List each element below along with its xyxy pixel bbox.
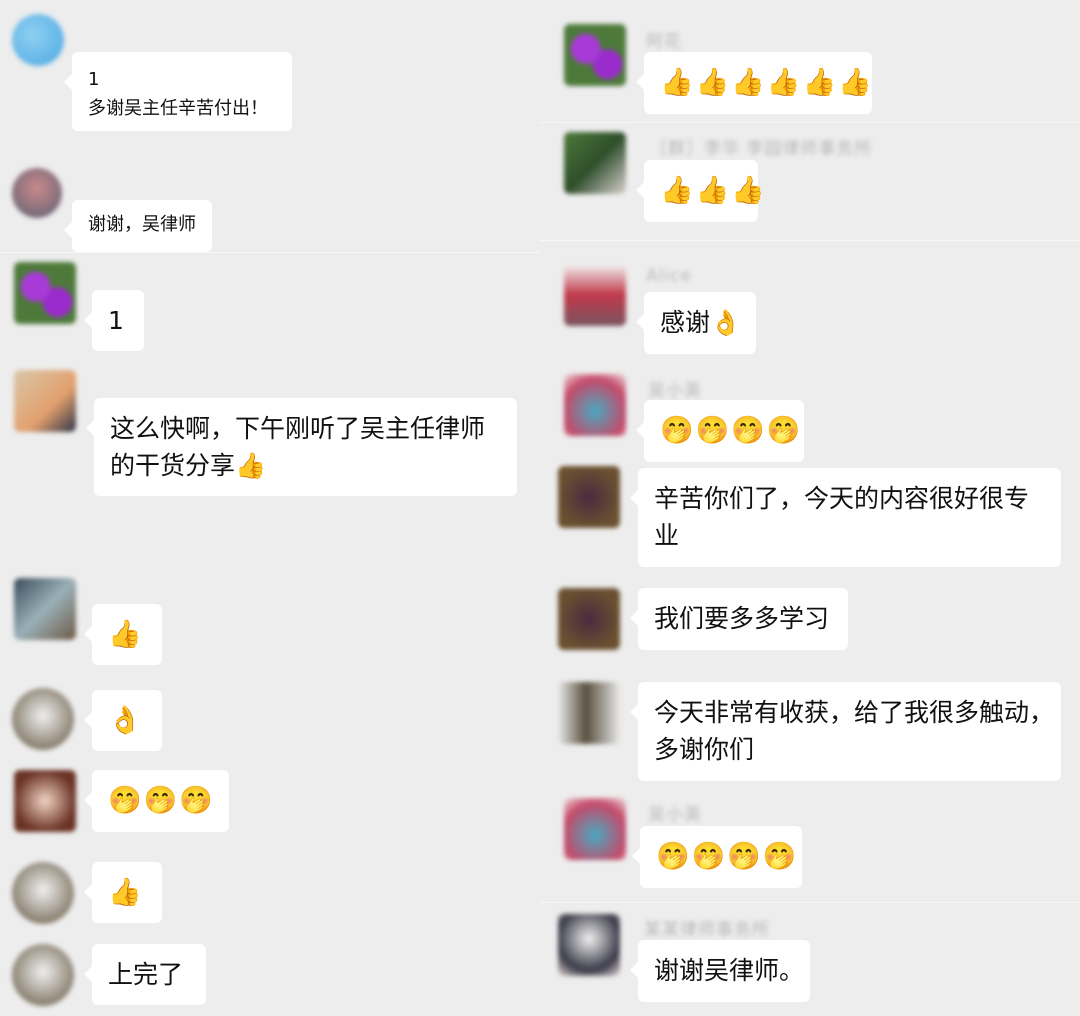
ok-hand-icon: 👌 xyxy=(108,705,144,736)
thumbs-up-icon: 👍 xyxy=(108,877,144,908)
message-bubble[interactable]: 上完了 xyxy=(84,944,206,1005)
avatar[interactable] xyxy=(558,914,620,976)
avatar[interactable] xyxy=(564,24,626,86)
message-bubble[interactable]: 🤭🤭🤭 xyxy=(84,770,229,832)
message-bubble[interactable]: 感谢👌 xyxy=(636,292,756,354)
message-text: 1 xyxy=(88,69,100,90)
sender-name: 吴小英 xyxy=(648,381,702,401)
hand-over-mouth-icon: 🤭🤭🤭 xyxy=(108,785,215,816)
avatar[interactable] xyxy=(12,862,74,924)
avatar[interactable] xyxy=(14,370,76,432)
avatar[interactable] xyxy=(558,682,620,744)
message-bubble[interactable]: 👍👍👍 xyxy=(636,160,765,222)
avatar[interactable] xyxy=(12,688,74,750)
message-bubble[interactable]: 谢谢吴律师。 xyxy=(630,940,810,1002)
message-bubble[interactable]: 1 xyxy=(84,290,144,351)
chat-column-left: 1 多谢吴主任辛苦付出！ 谢谢，吴律师 1 这么快啊，下午刚听了吴主任律师 的干… xyxy=(0,0,540,1016)
avatar[interactable] xyxy=(564,374,626,436)
message-bubble[interactable]: 辛苦你们了，今天的内容很好很专 业 xyxy=(630,468,1061,567)
avatar[interactable] xyxy=(14,578,76,640)
message-text: 多谢吴主任辛苦付出！ xyxy=(88,98,268,119)
message-bubble[interactable]: 🤭🤭🤭🤭 xyxy=(636,400,804,462)
hand-over-mouth-icon: 🤭🤭🤭🤭 xyxy=(656,841,799,872)
hand-over-mouth-icon: 🤭🤭🤭🤭 xyxy=(660,415,803,446)
avatar[interactable] xyxy=(564,798,626,860)
avatar[interactable] xyxy=(12,14,64,66)
message-text: 多谢你们 xyxy=(654,735,755,764)
thumbs-up-icon: 👍 xyxy=(108,619,144,650)
sender-name: ［群］李华 李园律师事务所 xyxy=(650,139,873,159)
message-bubble[interactable]: 👍👍👍👍👍👍 xyxy=(636,52,874,114)
avatar[interactable] xyxy=(564,264,626,326)
message-text: 这么快啊，下午刚听了吴主任律师 xyxy=(110,414,486,443)
section-divider xyxy=(540,122,1080,123)
sender-name: 吴小英 xyxy=(648,805,702,825)
message-text: 今天非常有收获，给了我很多触动， xyxy=(654,698,1055,727)
message-bubble[interactable]: 今天非常有收获，给了我很多触动， 多谢你们 xyxy=(630,682,1061,781)
chat-column-right: 阿花 👍👍👍👍👍👍 ［群］李华 李园律师事务所 👍👍👍 Alice 感谢👌 吴小… xyxy=(540,0,1080,1016)
avatar[interactable] xyxy=(12,168,62,218)
message-bubble[interactable]: 我们要多多学习 xyxy=(630,588,848,650)
message-text: 辛苦你们了，今天的内容很好很专 xyxy=(654,484,1030,513)
avatar[interactable] xyxy=(14,770,76,832)
sender-name: Alice xyxy=(646,266,692,286)
message-text: 感谢👌 xyxy=(660,308,742,337)
section-divider xyxy=(540,902,1080,903)
avatar[interactable] xyxy=(558,588,620,650)
message-bubble[interactable]: 👍 xyxy=(84,862,162,923)
message-bubble[interactable]: 1 多谢吴主任辛苦付出！ xyxy=(64,52,292,131)
message-bubble[interactable]: 👍 xyxy=(84,604,162,665)
message-bubble[interactable]: 👌 xyxy=(84,690,162,751)
message-bubble[interactable]: 谢谢，吴律师 xyxy=(64,200,212,252)
section-divider xyxy=(540,240,1080,241)
message-text: 上完了 xyxy=(108,960,184,989)
avatar[interactable] xyxy=(564,132,626,194)
message-bubble[interactable]: 这么快啊，下午刚听了吴主任律师 的干货分享👍 xyxy=(86,398,517,496)
thumbs-up-icon: 👍👍👍👍👍👍 xyxy=(660,67,874,98)
message-text: 的干货分享👍 xyxy=(110,451,267,480)
message-text: 谢谢，吴律师 xyxy=(88,214,196,235)
message-text: 谢谢吴律师。 xyxy=(654,956,805,985)
avatar[interactable] xyxy=(14,262,76,324)
message-text: 业 xyxy=(654,521,680,550)
avatar[interactable] xyxy=(558,466,620,528)
sender-name: 某某律师事务所 xyxy=(644,920,770,940)
avatar[interactable] xyxy=(12,944,74,1006)
section-divider xyxy=(0,252,540,253)
sender-name: 阿花 xyxy=(646,32,682,52)
message-text: 1 xyxy=(108,306,124,335)
message-bubble[interactable]: 🤭🤭🤭🤭 xyxy=(632,826,802,888)
message-text: 我们要多多学习 xyxy=(654,604,830,633)
thumbs-up-icon: 👍👍👍 xyxy=(660,175,767,206)
